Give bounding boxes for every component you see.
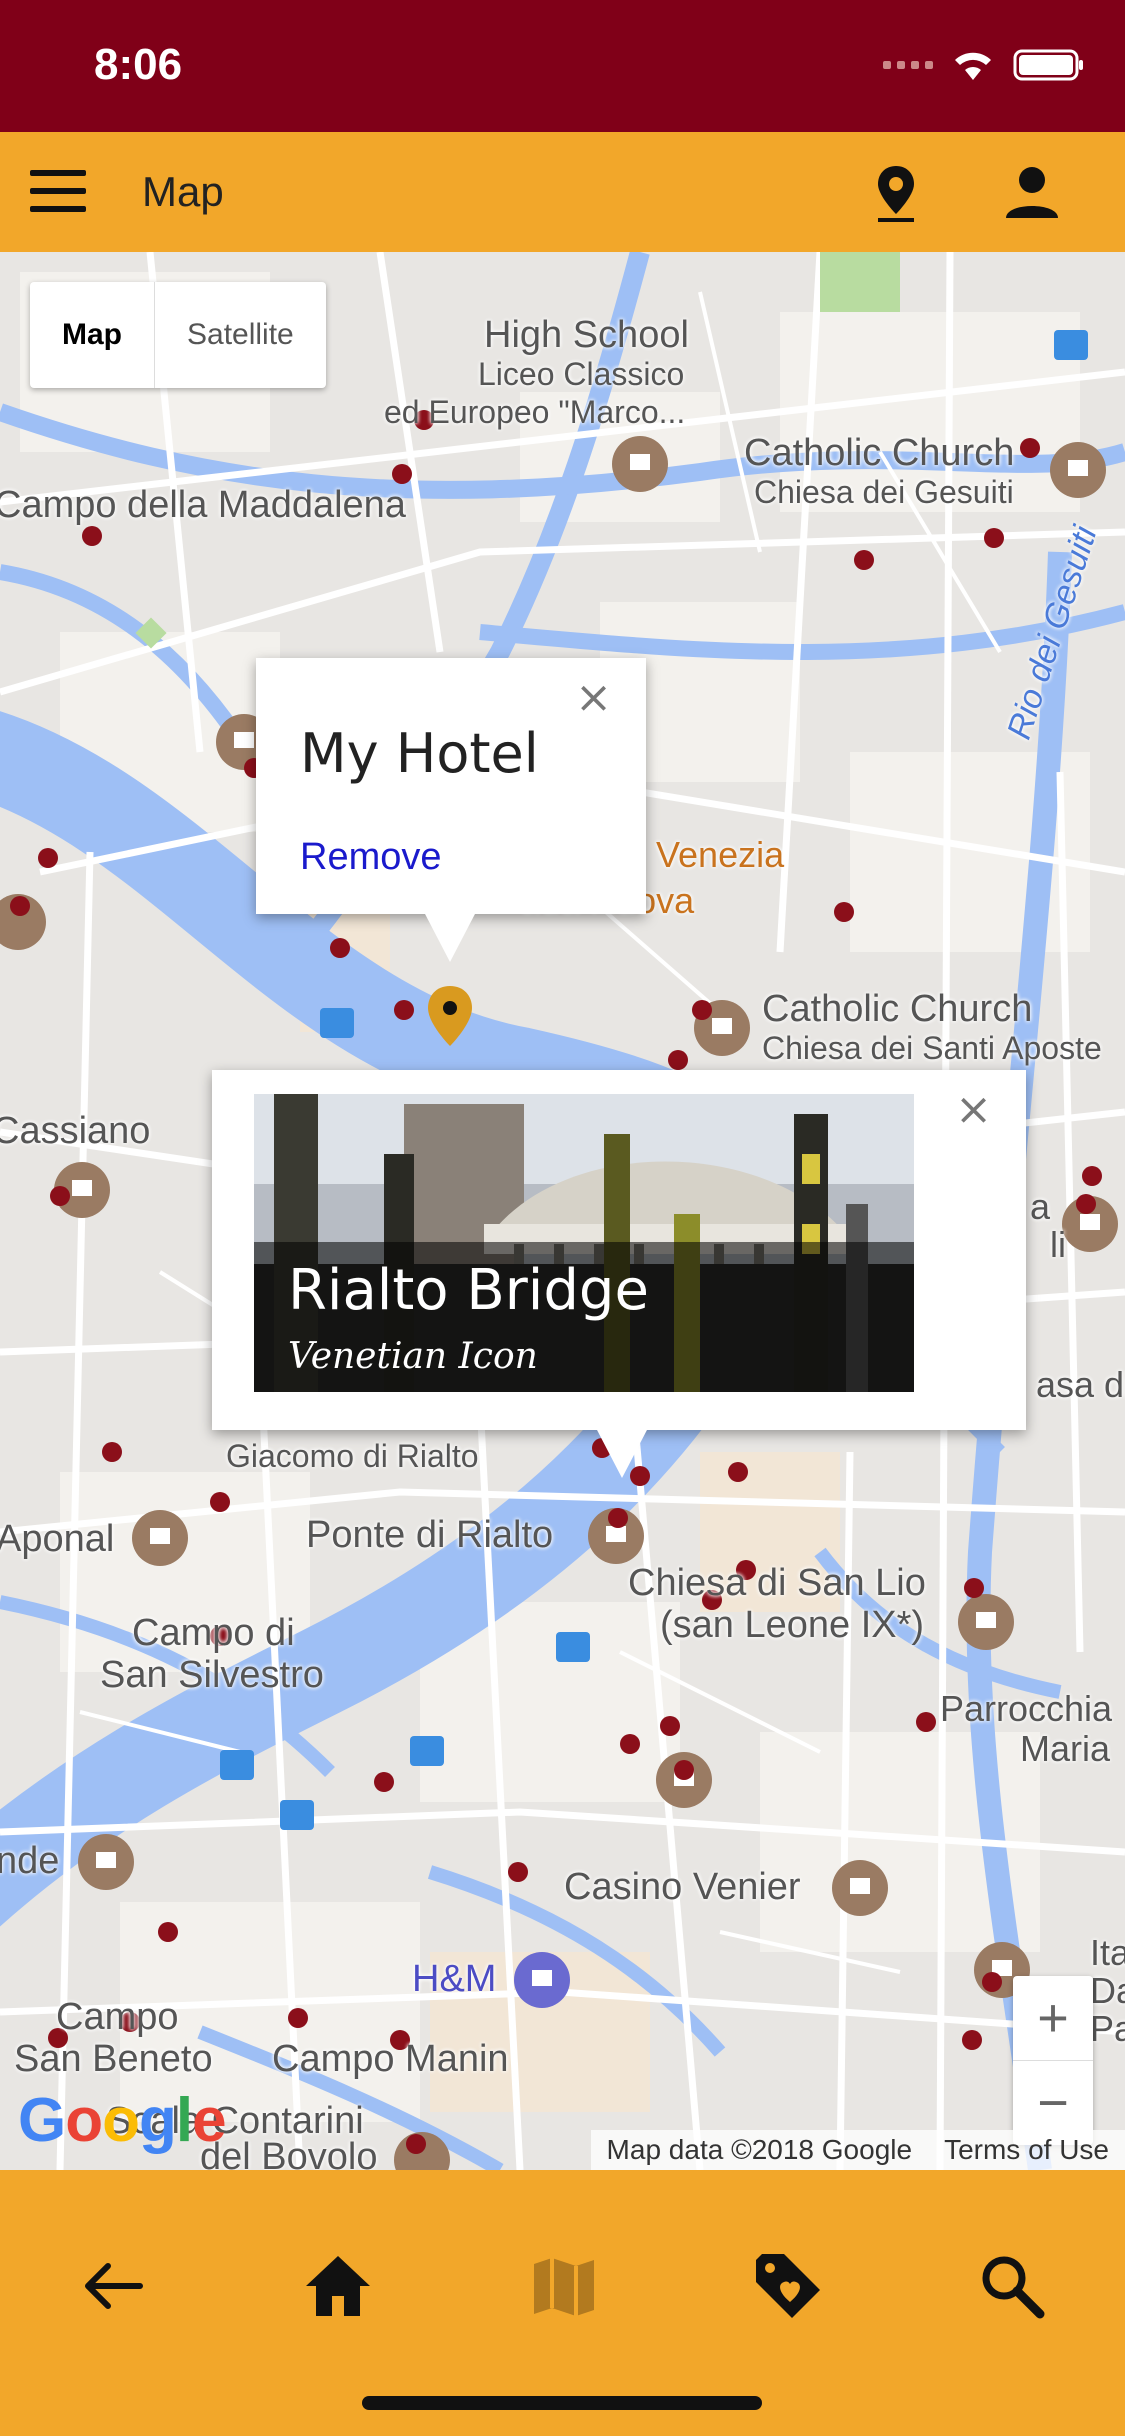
map-label: a xyxy=(1030,1186,1051,1227)
map-label: Campo di xyxy=(132,1612,295,1654)
close-icon[interactable]: × xyxy=(575,672,612,723)
location-pin-icon[interactable] xyxy=(864,160,928,224)
map-label: High School xyxy=(484,314,689,356)
app-bar: Map xyxy=(0,132,1125,252)
map-label: Parrocchia xyxy=(940,1688,1113,1729)
place-caption: Rialto Bridge Venetian Icon xyxy=(254,1242,914,1392)
terms-of-use-link[interactable]: Terms of Use xyxy=(928,2130,1125,2170)
map-label: Catholic Church xyxy=(762,988,1033,1030)
map-label: Casino Venier xyxy=(564,1866,801,1908)
map-label: Venezia xyxy=(656,834,785,875)
map-label: Chiesa dei Santi Aposte xyxy=(762,1030,1102,1066)
map-label: li xyxy=(1050,1224,1066,1265)
popup-tail xyxy=(424,912,476,962)
menu-icon[interactable] xyxy=(30,170,86,214)
place-photo[interactable]: Rialto Bridge Venetian Icon xyxy=(254,1094,914,1392)
page-title: Map xyxy=(142,168,224,215)
account-icon[interactable] xyxy=(1000,160,1064,224)
google-logo: Google xyxy=(18,2086,227,2155)
map-label: Chiesa di San Lio xyxy=(628,1562,926,1604)
map-data-text: Map data ©2018 Google xyxy=(606,2134,913,2165)
map-icon[interactable] xyxy=(524,2246,604,2326)
zoom-controls: + − xyxy=(1013,1976,1093,2145)
signal-icon xyxy=(883,61,933,69)
map-label: Liceo Classico xyxy=(478,356,685,392)
popup-tail xyxy=(596,1428,648,1478)
zoom-in-button[interactable]: + xyxy=(1013,1976,1093,2061)
map-type-toggle: Map Satellite xyxy=(30,282,326,388)
status-bar: 8:06 xyxy=(0,0,1125,132)
tag-heart-icon[interactable] xyxy=(748,2246,828,2326)
close-icon[interactable]: × xyxy=(955,1084,992,1135)
home-indicator[interactable] xyxy=(362,2396,762,2410)
wifi-icon xyxy=(955,52,991,80)
map-label: San Silvestro xyxy=(100,1654,324,1696)
map-label: Cassiano xyxy=(0,1110,151,1152)
map-attribution: Map data ©2018 Google Terms of Use xyxy=(590,2130,1125,2170)
map-label: Ponte di Rialto xyxy=(306,1514,554,1556)
map-label: Catholic Church xyxy=(744,432,1015,474)
place-info-window: × Rialto Bridge Venetian Icon xyxy=(212,1070,1026,1478)
map-label: Da xyxy=(1090,1970,1125,2011)
place-subtitle: Venetian Icon xyxy=(288,1336,538,1377)
map-label: H&M xyxy=(412,1958,497,2000)
remove-hotel-link[interactable]: Remove xyxy=(300,836,442,879)
map-label: (san Leone IX*) xyxy=(660,1604,925,1646)
back-arrow-icon[interactable] xyxy=(74,2246,154,2326)
map-view[interactable]: High School Liceo Classico ed Europeo "M… xyxy=(0,252,1125,2170)
map-type-map-button[interactable]: Map xyxy=(30,282,155,388)
battery-icon xyxy=(1013,49,1083,81)
search-icon[interactable] xyxy=(972,2246,1052,2326)
map-label: Campo Manin xyxy=(272,2038,509,2080)
map-label: Ita xyxy=(1090,1932,1125,1973)
map-label: asa di xyxy=(1036,1364,1125,1405)
hotel-info-window: × My Hotel Remove xyxy=(256,658,646,962)
status-time: 8:06 xyxy=(94,40,183,89)
map-label: Aponal xyxy=(0,1518,115,1560)
place-title: Rialto Bridge xyxy=(288,1258,649,1323)
map-label: Giacomo di Rialto xyxy=(226,1438,479,1474)
map-type-satellite-button[interactable]: Satellite xyxy=(155,282,326,388)
status-icons xyxy=(883,48,1085,82)
map-label: ed Europeo "Marco... xyxy=(384,394,686,430)
hotel-title: My Hotel xyxy=(300,722,539,785)
map-label: Maria xyxy=(1020,1728,1111,1769)
bottom-nav xyxy=(0,2170,1125,2436)
map-label: Chiesa dei Gesuiti xyxy=(754,474,1014,510)
map-label: Pa xyxy=(1090,2008,1125,2049)
map-label: Campo della Maddalena xyxy=(0,484,406,526)
map-label: Campo xyxy=(56,1996,179,2038)
map-label: del Bovolo xyxy=(200,2136,378,2170)
map-label: San Beneto xyxy=(14,2038,213,2080)
map-label: nde xyxy=(0,1840,60,1882)
home-icon[interactable] xyxy=(298,2246,378,2326)
